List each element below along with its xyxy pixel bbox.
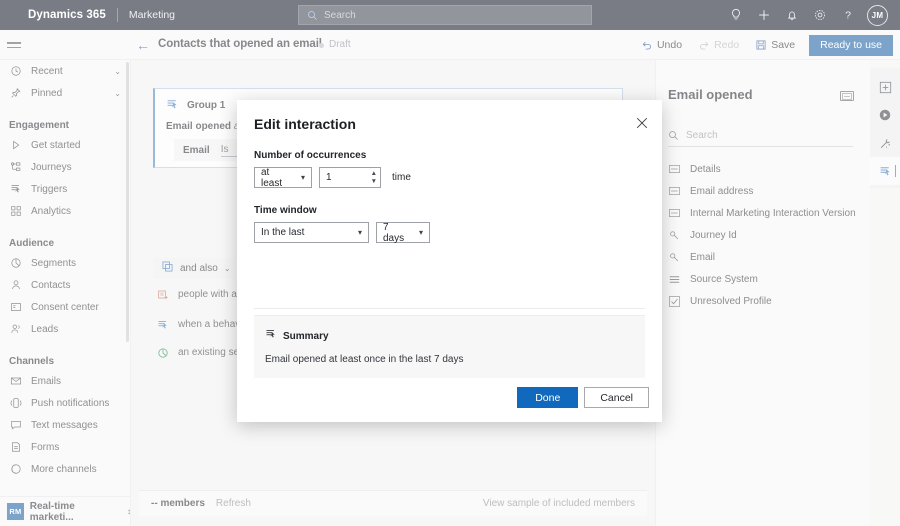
app-root: Dynamics 365 Marketing Search ? JM ← Con… xyxy=(0,0,900,526)
summary-text: Email opened at least once in the last 7… xyxy=(265,354,464,365)
close-icon[interactable] xyxy=(633,114,651,132)
occurrences-label: Number of occurrences xyxy=(254,150,367,161)
time-window-duration-value: 7 days xyxy=(383,221,405,244)
occurrence-unit-label: time xyxy=(392,172,411,183)
summary-header: Summary xyxy=(254,316,645,345)
time-window-mode-select[interactable]: In the last ▾ xyxy=(254,222,369,243)
comparator-value: at least xyxy=(261,166,283,189)
comparator-select[interactable]: at least ▾ xyxy=(254,166,312,189)
chevron-down-icon: ▾ xyxy=(300,173,305,182)
occurrences-field: Number of occurrences at least ▾ 1 ▲ ▼ t… xyxy=(254,150,430,189)
dialog-title: Edit interaction xyxy=(254,116,356,132)
triggers-icon xyxy=(265,327,277,345)
stepper-up-icon[interactable]: ▲ xyxy=(371,170,377,178)
occurrences-row: at least ▾ 1 ▲ ▼ time xyxy=(254,166,430,189)
summary-panel: Summary Email opened at least once in th… xyxy=(254,315,645,378)
time-window-duration-select[interactable]: 7 days ▾ xyxy=(376,221,430,244)
quantity-stepper[interactable]: ▲ ▼ xyxy=(371,169,377,186)
chevron-down-icon: ▾ xyxy=(357,228,362,237)
occurrence-count-input[interactable]: 1 ▲ ▼ xyxy=(319,167,381,188)
done-button[interactable]: Done xyxy=(517,387,579,408)
time-window-row: In the last ▾ 7 days ▾ xyxy=(254,221,430,244)
stepper-down-icon[interactable]: ▼ xyxy=(371,178,377,186)
dialog-divider xyxy=(254,308,645,309)
occurrence-count-value: 1 xyxy=(326,172,332,183)
cancel-button[interactable]: Cancel xyxy=(584,387,649,408)
summary-title: Summary xyxy=(283,330,329,342)
dialog-footer: Done Cancel xyxy=(517,387,649,408)
time-window-label: Time window xyxy=(254,205,317,216)
time-window-mode-value: In the last xyxy=(261,227,305,238)
chevron-down-icon: ▾ xyxy=(418,228,423,237)
time-window-field: Time window In the last ▾ 7 days ▾ xyxy=(254,205,430,244)
edit-interaction-dialog: Edit interaction Number of occurrences a… xyxy=(237,100,662,422)
dialog-fields: Number of occurrences at least ▾ 1 ▲ ▼ t… xyxy=(254,150,430,244)
